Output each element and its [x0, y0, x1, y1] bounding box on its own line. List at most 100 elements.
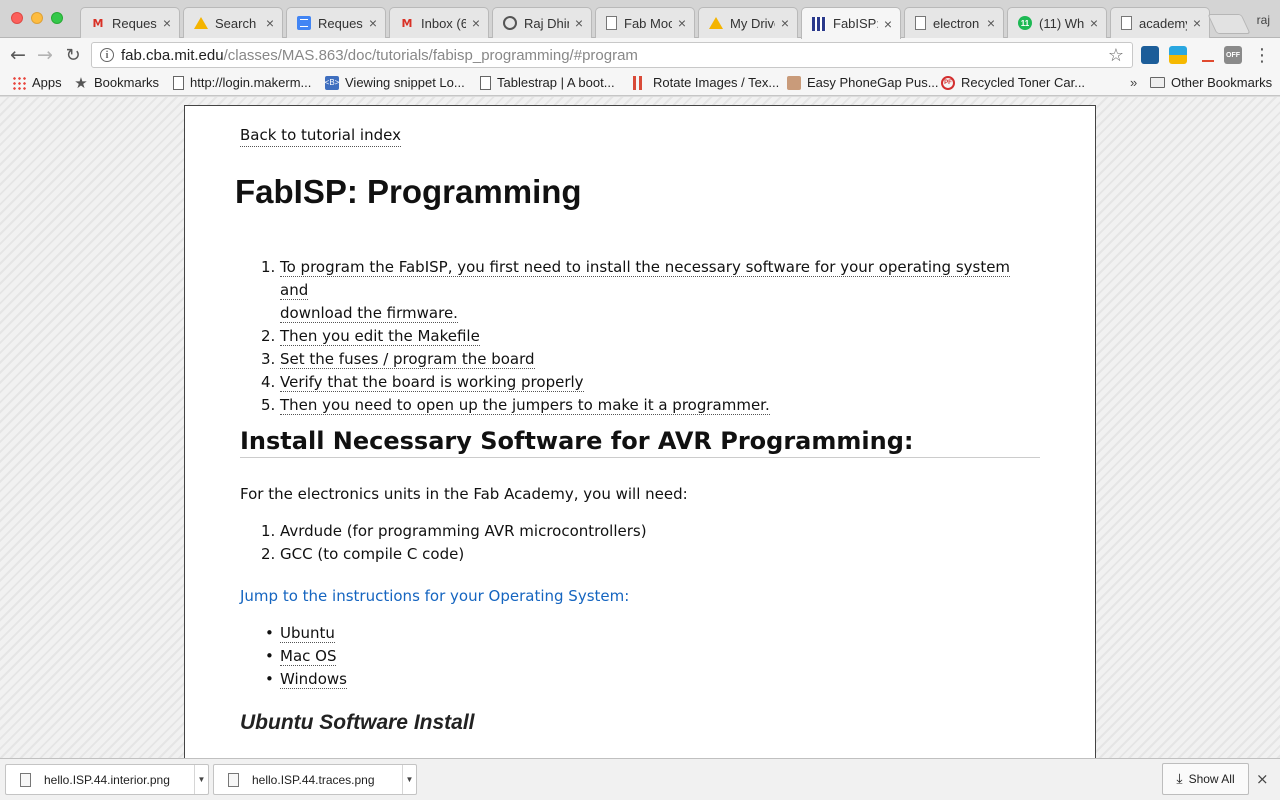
os-link-ubuntu[interactable]: Ubuntu [280, 624, 335, 643]
os-list: • Ubuntu • Mac OS • Windows [265, 622, 347, 691]
close-icon[interactable]: × [676, 15, 688, 31]
bullet: • [265, 647, 274, 665]
apps-grid-icon [12, 75, 26, 90]
url-path: /classes/MAS.863/doc/tutorials/fabisp_pr… [223, 46, 638, 64]
window-close-button[interactable] [11, 12, 23, 24]
bookmark-label: Rotate Images / Tex... [653, 75, 780, 90]
window-minimize-button[interactable] [31, 12, 43, 24]
section-heading: Install Necessary Software for AVR Progr… [240, 427, 1040, 458]
show-all-button[interactable]: ⤓ Show All [1162, 763, 1249, 795]
bookmark-apps[interactable]: Apps [12, 75, 62, 90]
bookmark-bookmarks[interactable]: ★ Bookmarks [74, 74, 159, 92]
close-icon[interactable]: × [1088, 15, 1100, 31]
chart-extension-icon[interactable] [1141, 46, 1159, 64]
bookmark-phonegap[interactable]: Easy PhoneGap Pus... [787, 75, 939, 90]
grid-icon [812, 16, 826, 31]
bookmarks-overflow-button[interactable]: » [1130, 75, 1137, 90]
page-icon [606, 16, 617, 30]
close-icon[interactable]: × [161, 15, 173, 31]
list-number: 2. [261, 545, 276, 563]
close-icon[interactable]: × [1191, 15, 1203, 31]
list-item: 3. Set the fuses / program the board [261, 348, 1020, 371]
os-link-windows[interactable]: Windows [280, 670, 347, 689]
tab-inbox[interactable]: M Inbox (6 × [389, 7, 489, 38]
off-extension-icon[interactable]: OFF [1224, 46, 1242, 64]
bookmark-star-icon[interactable]: ☆ [1108, 45, 1124, 66]
tab-request-gmail[interactable]: M Request × [80, 7, 180, 38]
bookmark-rotate[interactable]: Rotate Images / Tex... [633, 75, 779, 90]
subsection-heading: Ubuntu Software Install [240, 711, 475, 734]
close-icon[interactable]: × [779, 15, 791, 31]
tab-fab-mod[interactable]: Fab Moc × [595, 7, 695, 38]
download-item[interactable]: hello.ISP.44.traces.png ▼ [213, 764, 417, 795]
close-shelf-icon[interactable]: × [1256, 770, 1269, 788]
tab-title: Request [112, 15, 157, 31]
step-link-install[interactable]: To program the FabISP, you first need to… [280, 258, 1011, 300]
close-icon[interactable]: × [573, 15, 585, 31]
bullet: • [265, 670, 274, 688]
close-icon[interactable]: × [367, 15, 379, 31]
download-item[interactable]: hello.ISP.44.interior.png ▼ [5, 764, 209, 795]
step-link-makefile[interactable]: Then you edit the Makefile [280, 327, 480, 346]
bookmark-snippet[interactable]: <B> Viewing snippet Lo... [325, 75, 465, 90]
back-arrow-icon[interactable]: ← [6, 43, 30, 67]
tab-my-drive[interactable]: My Drive × [698, 7, 798, 38]
list-item: 4. Verify that the board is working prop… [261, 371, 1020, 394]
image-file-icon [228, 772, 239, 787]
list-item: 1. Avrdude (for programming AVR microcon… [261, 520, 647, 543]
drive-icon [194, 17, 208, 29]
window-maximize-button[interactable] [51, 12, 63, 24]
bookmark-toner[interactable]: PF Recycled Toner Car... [941, 75, 1085, 90]
tab-academy[interactable]: academy × [1110, 7, 1210, 38]
tab-title: (11) Wha [1039, 15, 1084, 31]
page-icon [173, 75, 184, 90]
step-link-verify[interactable]: Verify that the board is working properl… [280, 373, 584, 392]
bookmark-label: Easy PhoneGap Pus... [807, 75, 939, 90]
address-bar[interactable]: i fab.cba.mit.edu/classes/MAS.863/doc/tu… [91, 42, 1133, 68]
page-viewport[interactable]: Back to tutorial index FabISP: Programmi… [0, 97, 1280, 758]
bookmark-login[interactable]: http://login.makerm... [173, 75, 311, 90]
bullet: • [265, 624, 274, 642]
red-line-extension-icon[interactable] [1199, 46, 1217, 64]
folder-icon [1150, 77, 1165, 88]
back-to-index-link[interactable]: Back to tutorial index [240, 126, 401, 147]
menu-icon[interactable]: ⋮ [1253, 45, 1271, 66]
tab-fabisp-active[interactable]: FabISP: I × [801, 7, 901, 39]
close-icon[interactable]: × [985, 15, 997, 31]
step-link-fuses[interactable]: Set the fuses / program the board [280, 350, 535, 369]
need-text: GCC (to compile C code) [280, 545, 465, 563]
bookmark-label: Other Bookmarks [1171, 75, 1273, 90]
bookmark-other[interactable]: Other Bookmarks [1150, 75, 1272, 90]
close-icon[interactable]: × [882, 16, 894, 32]
profile-name[interactable]: raj [1257, 13, 1270, 27]
new-tab-button[interactable] [1207, 14, 1251, 34]
reload-icon[interactable]: ↻ [61, 43, 85, 67]
list-item: • Mac OS [265, 645, 347, 668]
stack-extension-icon[interactable] [1169, 46, 1187, 64]
jump-to-os-link[interactable]: Jump to the instructions for your Operat… [240, 587, 629, 605]
show-all-label: Show All [1188, 772, 1235, 786]
tab-title: Fab Moc [624, 15, 672, 31]
intro-text: For the electronics units in the Fab Aca… [240, 485, 688, 503]
os-link-mac[interactable]: Mac OS [280, 647, 337, 666]
close-icon[interactable]: × [264, 15, 276, 31]
tab-title: Request [318, 15, 363, 31]
chevron-down-icon[interactable]: ▼ [402, 765, 416, 794]
tab-electron[interactable]: electron × [904, 7, 1004, 38]
bookmark-label: Tablestrap | A boot... [497, 75, 615, 90]
step-link-jumpers[interactable]: Then you need to open up the jumpers to … [280, 396, 770, 415]
tab-whatsapp[interactable]: 11 (11) Wha × [1007, 7, 1107, 38]
chevron-down-icon[interactable]: ▼ [194, 765, 208, 794]
tab-search-drive[interactable]: Search n × [183, 7, 283, 38]
tab-request-docs[interactable]: Request × [286, 7, 386, 38]
tab-raj[interactable]: Raj Dhira × [492, 7, 592, 38]
step-link-install-cont[interactable]: download the firmware. [280, 304, 458, 323]
page-icon [915, 16, 926, 30]
forward-arrow-icon[interactable]: → [33, 43, 57, 67]
tab-title: Raj Dhira [524, 15, 569, 31]
bookmark-tablestrap[interactable]: Tablestrap | A boot... [480, 75, 615, 90]
list-item: 2. Then you edit the Makefile [261, 325, 1020, 348]
close-icon[interactable]: × [470, 15, 482, 31]
info-icon[interactable]: i [100, 48, 114, 62]
bookmark-label: http://login.makerm... [190, 75, 312, 90]
